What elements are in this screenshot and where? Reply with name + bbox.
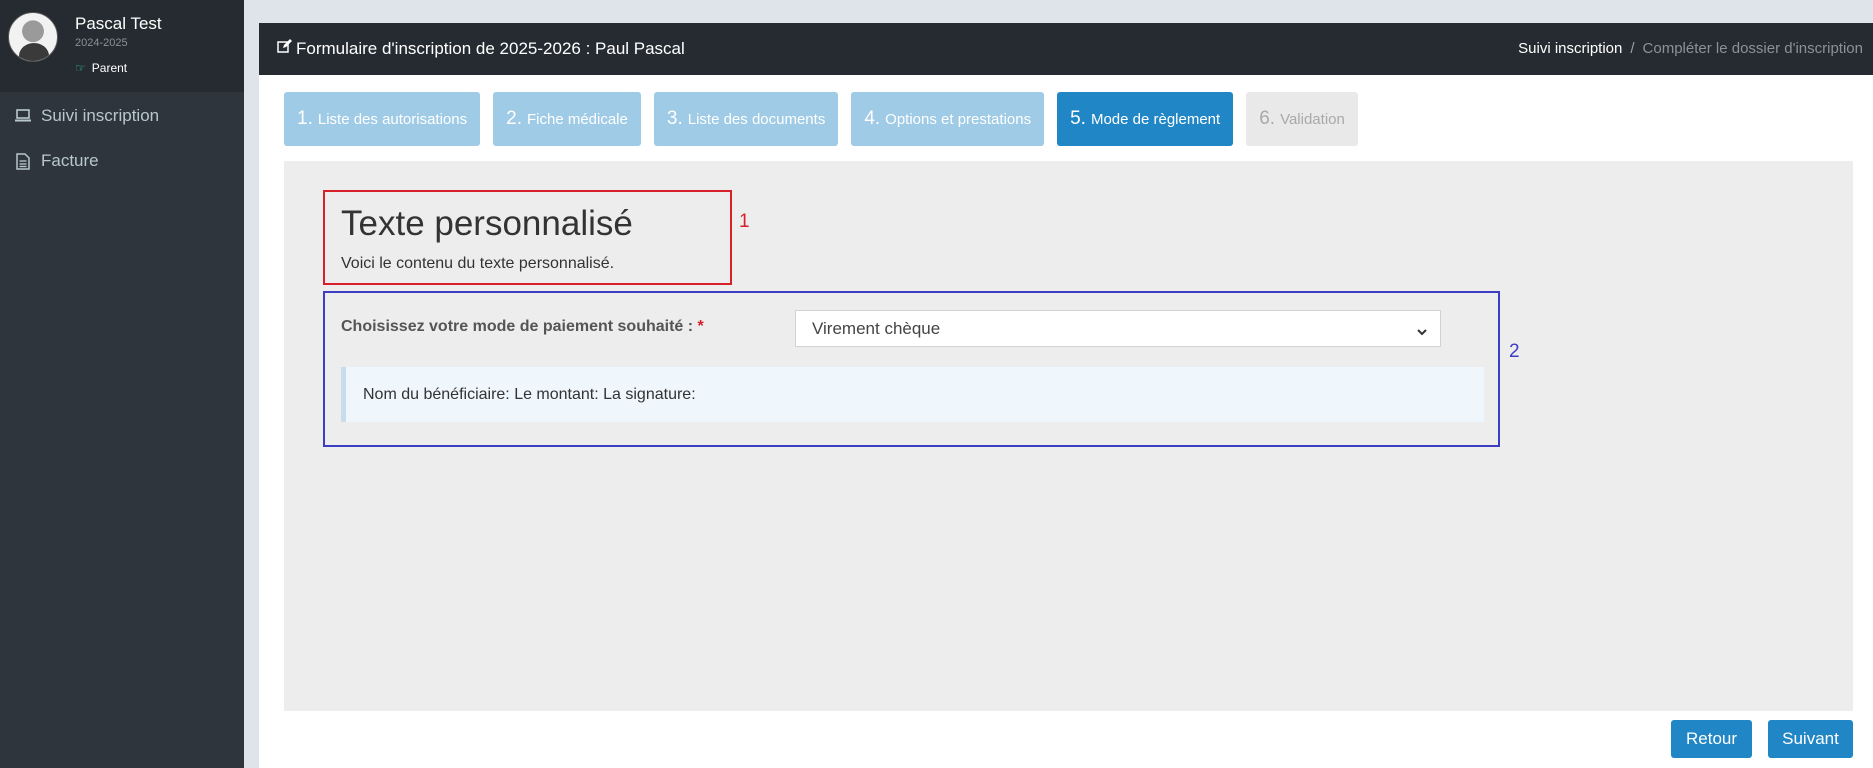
- step-number: 6.: [1259, 108, 1276, 129]
- user-year: 2024-2025: [75, 37, 128, 49]
- step-label: Liste des documents: [687, 110, 826, 128]
- user-role: ☞ Parent: [75, 61, 127, 75]
- wizard-steps: 1. Liste des autorisations 2. Fiche médi…: [284, 92, 1358, 146]
- user-role-label: Parent: [91, 61, 128, 75]
- sidebar-item-label: Facture: [41, 151, 99, 170]
- step-mode-reglement[interactable]: 5. Mode de règlement: [1057, 92, 1234, 146]
- custom-text-body: Voici le contenu du texte personnalisé.: [341, 255, 615, 272]
- payment-annotation-box: Choisissez votre mode de paiement souhai…: [323, 291, 1500, 447]
- step-label: Liste des autorisations: [317, 110, 468, 128]
- custom-text-heading: Texte personnalisé: [341, 204, 633, 243]
- breadcrumb-separator: /: [1630, 40, 1635, 57]
- sidebar-item-facture[interactable]: Facture: [0, 141, 244, 181]
- user-name: Pascal Test: [75, 14, 162, 33]
- edit-icon: [277, 39, 292, 59]
- annotation-marker-1: 1: [739, 211, 750, 232]
- sidebar-item-suivi-inscription[interactable]: Suivi inscription: [0, 96, 244, 136]
- hand-pointer-icon: ☞: [75, 61, 86, 75]
- step-number: 5.: [1070, 108, 1086, 129]
- main-content: Formulaire d'inscription de 2025-2026 : …: [259, 23, 1873, 768]
- step-autorisations[interactable]: 1. Liste des autorisations: [284, 92, 481, 146]
- annotation-marker-2: 2: [1509, 341, 1520, 362]
- step-number: 3.: [666, 108, 683, 129]
- payment-mode-select[interactable]: Virement chèque: [795, 310, 1441, 347]
- step-documents[interactable]: 3. Liste des documents: [653, 92, 839, 146]
- step-panel: Texte personnalisé Voici le contenu du t…: [284, 161, 1853, 711]
- page-title: Formulaire d'inscription de 2025-2026 : …: [277, 39, 685, 59]
- step-number: 2.: [506, 108, 522, 129]
- payment-mode-label: Choisissez votre mode de paiement souhai…: [341, 318, 704, 336]
- payment-mode-label-text: Choisissez votre mode de paiement souhai…: [341, 318, 694, 335]
- required-mark: *: [697, 318, 704, 335]
- step-options-prestations[interactable]: 4. Options et prestations: [851, 92, 1045, 146]
- step-fiche-medicale[interactable]: 2. Fiche médicale: [493, 92, 641, 146]
- payment-mode-selected: Virement chèque: [812, 318, 941, 338]
- step-number: 4.: [864, 108, 881, 129]
- next-button[interactable]: Suivant: [1768, 720, 1853, 758]
- sidebar-item-label: Suivi inscription: [41, 106, 160, 125]
- file-text-icon: [13, 152, 33, 170]
- laptop-icon: [13, 109, 33, 123]
- step-label: Fiche médicale: [526, 110, 628, 128]
- page-title-text: Formulaire d'inscription de 2025-2026 : …: [296, 39, 685, 58]
- custom-text-annotation-box: Texte personnalisé Voici le contenu du t…: [323, 190, 732, 285]
- payment-info-box: Nom du bénéficiaire: Le montant: La sign…: [341, 367, 1484, 422]
- step-validation: 6. Validation: [1246, 92, 1358, 146]
- breadcrumb-current: Compléter le dossier d'inscription: [1642, 40, 1863, 57]
- sidebar: Pascal Test 2024-2025 ☞ Parent Suivi ins…: [0, 0, 244, 768]
- breadcrumb-suivi-inscription[interactable]: Suivi inscription: [1518, 40, 1622, 57]
- header-bar: Formulaire d'inscription de 2025-2026 : …: [259, 23, 1873, 75]
- user-panel: Pascal Test 2024-2025 ☞ Parent: [0, 0, 244, 92]
- breadcrumb: Suivi inscription / Compléter le dossier…: [1518, 40, 1863, 57]
- step-label: Mode de règlement: [1090, 110, 1221, 128]
- avatar: [8, 12, 58, 62]
- back-button[interactable]: Retour: [1671, 720, 1752, 758]
- chevron-down-icon: [1416, 323, 1428, 343]
- step-number: 1.: [297, 108, 313, 129]
- step-label: Validation: [1280, 110, 1345, 128]
- step-label: Options et prestations: [885, 110, 1032, 128]
